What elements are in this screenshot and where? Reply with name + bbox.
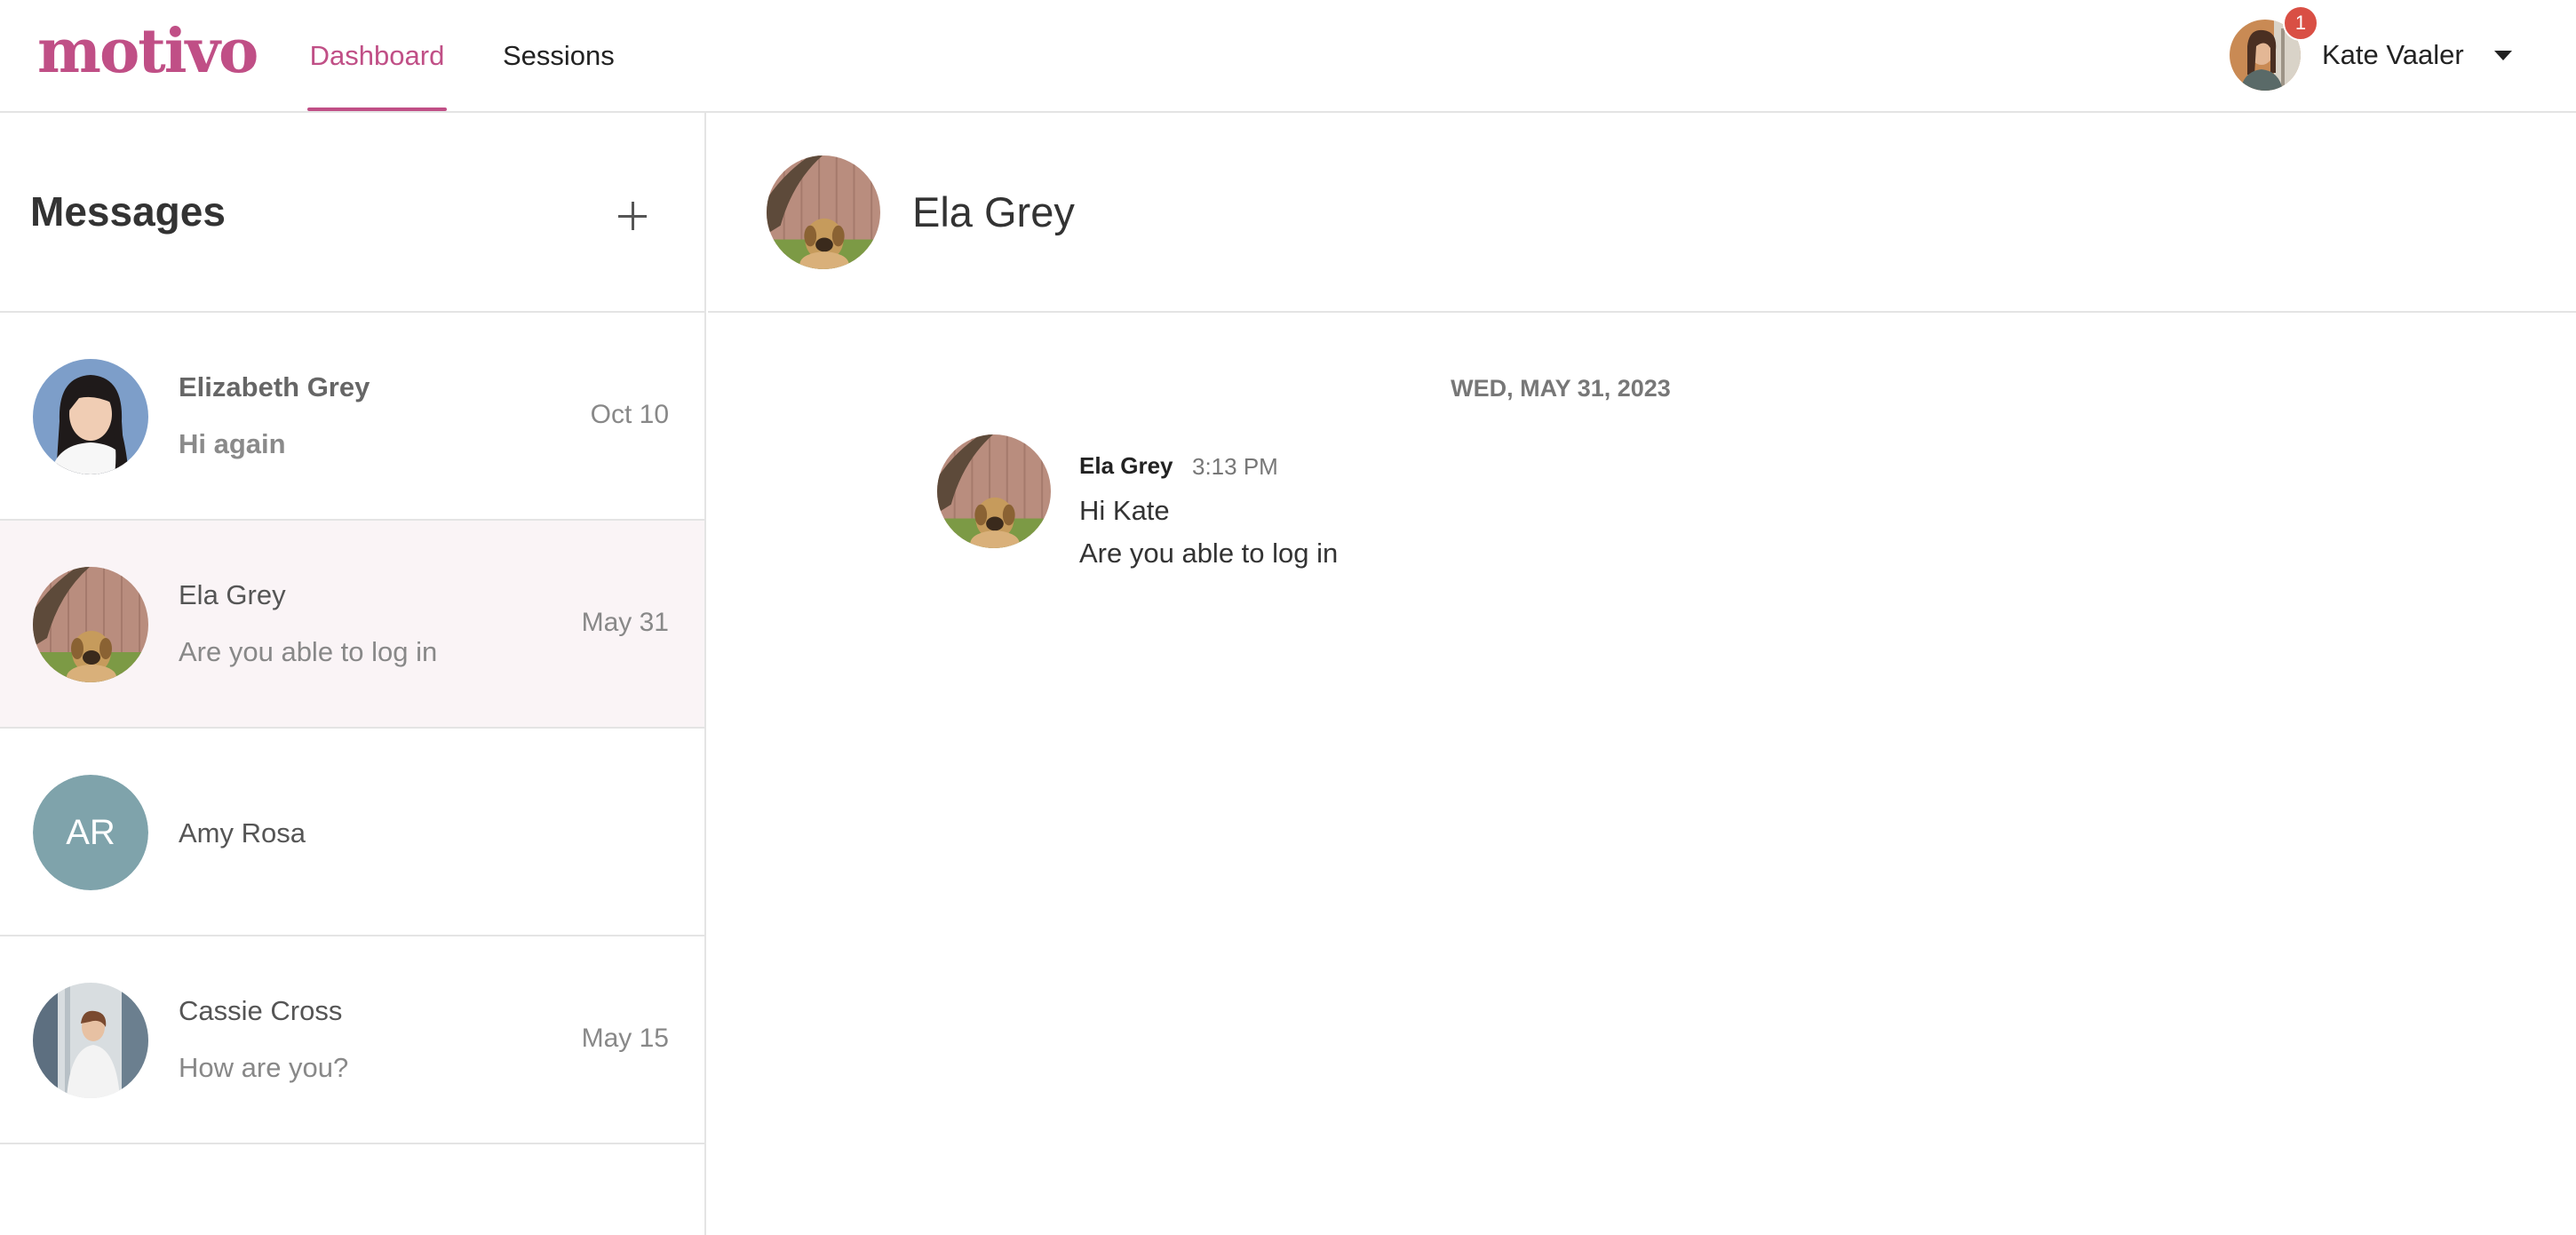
conversation-header: Ela Grey <box>708 113 2576 313</box>
conversation-preview: Are you able to log in <box>179 636 438 667</box>
conversation-name: Amy Rosa <box>179 817 306 849</box>
message-author: Ela Grey <box>1079 452 1173 479</box>
caret-down-icon[interactable] <box>2493 50 2512 60</box>
conversation-preview: Hi again <box>179 428 286 459</box>
conversation-name: Cassie Cross <box>179 995 343 1026</box>
user-menu[interactable]: 1 Kate Vaaler <box>2230 5 2512 92</box>
notification-badge[interactable]: 1 <box>2283 5 2318 41</box>
conversation-item-amy-rosa[interactable]: AR Amy Rosa <box>0 729 704 936</box>
avatar-initials: AR <box>33 775 148 890</box>
conversation-date: May 31 <box>581 608 669 637</box>
conversation-date: May 15 <box>581 1024 669 1053</box>
conversation-name: Ela Grey <box>179 579 286 610</box>
new-message-plus-icon[interactable] <box>615 198 650 234</box>
user-name[interactable]: Kate Vaaler <box>2322 39 2464 71</box>
conversation-date: Oct 10 <box>590 400 669 429</box>
message-text: Are you able to log in <box>1079 538 1339 569</box>
avatar: AR <box>33 775 148 890</box>
nav-tab-sessions[interactable]: Sessions <box>503 0 615 111</box>
contact-avatar[interactable] <box>767 155 880 269</box>
conversation-item-cassie-cross[interactable]: Cassie Cross How are you? May 15 <box>0 936 704 1144</box>
user-avatar[interactable]: 1 <box>2230 5 2318 91</box>
nav-tab-dashboard[interactable]: Dashboard <box>307 0 447 111</box>
motivo-logo[interactable]: motivo <box>37 16 258 87</box>
day-divider: WED, MAY 31, 2023 <box>1451 375 1671 402</box>
conversation-preview: How are you? <box>179 1052 349 1083</box>
avatar <box>33 567 148 682</box>
sidebar-header: Messages <box>0 113 704 313</box>
conversation-item-elizabeth-grey[interactable]: Elizabeth Grey Hi again Oct 10 <box>0 313 704 521</box>
avatar <box>33 359 148 474</box>
sidebar-title: Messages <box>30 188 226 235</box>
message-avatar <box>937 434 1051 548</box>
conversation-title: Ela Grey <box>912 188 1075 235</box>
conversation-name: Elizabeth Grey <box>179 371 370 402</box>
messages-sidebar: Messages Elizabeth Grey Hi again Oct 10 <box>0 113 706 1235</box>
conversation-panel: Ela Grey WED, MAY 31, 2023 Ela Grey 3:13… <box>708 113 2576 1235</box>
message-timestamp: 3:13 PM <box>1192 453 1278 480</box>
avatar <box>33 983 148 1098</box>
top-navigation-bar: motivo Dashboard Sessions 1 Kate Vaaler <box>0 0 2576 113</box>
message-text: Hi Kate <box>1079 495 1170 526</box>
conversation-item-ela-grey[interactable]: Ela Grey Are you able to log in May 31 <box>0 521 704 729</box>
